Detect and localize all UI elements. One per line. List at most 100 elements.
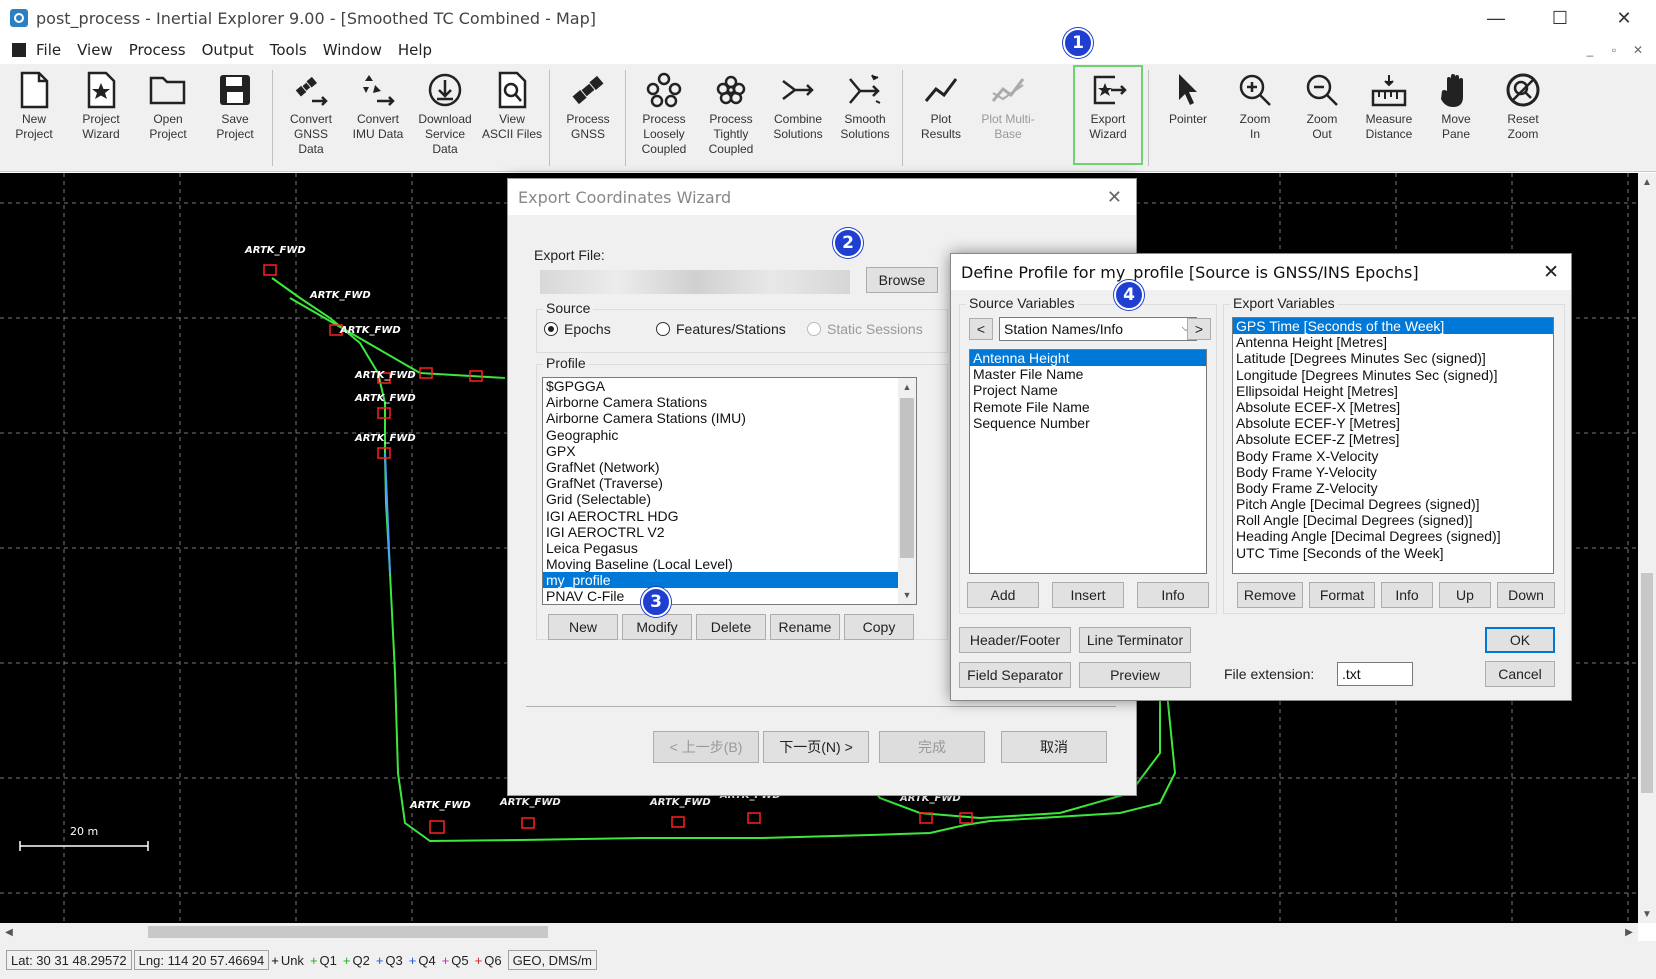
download-service-button[interactable]: Download Service Data (412, 70, 478, 166)
insert-variable-button[interactable]: Insert (1052, 582, 1124, 608)
menu-view[interactable]: View (77, 41, 113, 59)
mdi-minimize-button[interactable]: _ (1580, 40, 1600, 60)
cancel-wizard-button[interactable]: 取消 (1001, 731, 1107, 763)
wizard-close-icon[interactable]: ✕ (1107, 187, 1122, 208)
field-separator-button[interactable]: Field Separator (959, 662, 1071, 688)
export-variable-item[interactable]: Absolute ECEF-X [Metres] (1233, 399, 1553, 415)
export-variable-item[interactable]: Body Frame Y-Velocity (1233, 464, 1553, 480)
profile-list-item[interactable]: GPX (543, 443, 916, 459)
maximize-button[interactable]: ☐ (1528, 0, 1592, 36)
source-epochs-radio[interactable]: Epochs (544, 321, 611, 337)
delete-profile-button[interactable]: Delete (696, 614, 766, 640)
header-footer-button[interactable]: Header/Footer (959, 627, 1071, 653)
move-up-button[interactable]: Up (1439, 582, 1491, 608)
export-variable-item[interactable]: Latitude [Degrees Minutes Sec (signed)] (1233, 350, 1553, 366)
convert-imu-button[interactable]: Convert IMU Data (345, 70, 411, 166)
plot-results-button[interactable]: Plot Results (908, 70, 974, 166)
format-variable-button[interactable]: Format (1309, 582, 1375, 608)
move-pane-button[interactable]: Move Pane (1423, 70, 1489, 166)
cancel-profile-button[interactable]: Cancel (1485, 661, 1555, 687)
source-features-radio[interactable]: Features/Stations (656, 321, 786, 337)
menu-process[interactable]: Process (129, 41, 186, 59)
minimize-button[interactable]: — (1464, 0, 1528, 36)
profile-list-item[interactable]: Geographic (543, 427, 916, 443)
map-vertical-scrollbar[interactable]: ▲ ▼ (1638, 173, 1656, 923)
rename-profile-button[interactable]: Rename (770, 614, 840, 640)
profile-list-item[interactable]: PNAV C-File (543, 588, 916, 604)
finish-button[interactable]: 完成 (879, 731, 985, 763)
export-variable-item[interactable]: Roll Angle [Decimal Degrees (signed)] (1233, 512, 1553, 528)
previous-category-button[interactable]: < (969, 318, 993, 340)
profile-list-scrollbar[interactable]: ▲ ▼ (898, 378, 916, 604)
source-static-sessions-radio[interactable]: Static Sessions (807, 321, 923, 337)
chevron-down-icon[interactable]: ▼ (898, 586, 916, 604)
mdi-close-button[interactable]: ✕ (1628, 40, 1648, 60)
zoom-out-button[interactable]: Zoom Out (1289, 70, 1355, 166)
menu-output[interactable]: Output (202, 41, 254, 59)
ok-button[interactable]: OK (1485, 627, 1555, 653)
save-project-button[interactable]: Save Project (202, 70, 268, 166)
file-extension-input[interactable]: .txt (1337, 662, 1413, 686)
source-variable-item[interactable]: Project Name (970, 382, 1206, 398)
chevron-up-icon[interactable]: ▲ (898, 378, 916, 396)
profile-list-item-selected[interactable]: my_profile (543, 572, 916, 589)
scroll-right-icon[interactable]: ▶ (1620, 923, 1638, 941)
next-category-button[interactable]: > (1187, 318, 1211, 340)
close-button[interactable]: ✕ (1592, 0, 1656, 36)
open-project-button[interactable]: Open Project (135, 70, 201, 166)
export-info-button[interactable]: Info (1381, 582, 1433, 608)
menu-tools[interactable]: Tools (270, 41, 307, 59)
export-variable-item[interactable]: Pitch Angle [Decimal Degrees (signed)] (1233, 496, 1553, 512)
zoom-in-button[interactable]: Zoom In (1222, 70, 1288, 166)
export-variable-item[interactable]: Antenna Height [Metres] (1233, 334, 1553, 350)
new-profile-button[interactable]: New (548, 614, 618, 640)
source-variable-item[interactable]: Master File Name (970, 366, 1206, 382)
source-variable-item-selected[interactable]: Antenna Height (970, 350, 1206, 367)
export-variable-item[interactable]: UTC Time [Seconds of the Week] (1233, 545, 1553, 561)
export-variable-item[interactable]: Absolute ECEF-Z [Metres] (1233, 431, 1553, 447)
profile-list-item[interactable]: Airborne Camera Stations (IMU) (543, 410, 916, 426)
source-variable-item[interactable]: Remote File Name (970, 399, 1206, 415)
process-tightly-button[interactable]: Process Tightly Coupled (698, 70, 764, 166)
profile-list-item[interactable]: Grid (Selectable) (543, 491, 916, 507)
export-variable-item[interactable]: Body Frame X-Velocity (1233, 448, 1553, 464)
copy-profile-button[interactable]: Copy (844, 614, 914, 640)
export-variable-item[interactable]: Ellipsoidal Height [Metres] (1233, 383, 1553, 399)
next-button[interactable]: 下一页(N) > (763, 731, 869, 763)
scroll-left-icon[interactable]: ◀ (0, 923, 18, 941)
scroll-down-icon[interactable]: ▼ (1638, 905, 1656, 923)
menu-file[interactable]: File (36, 41, 61, 59)
map-horizontal-scrollbar[interactable]: ◀ ▶ (0, 923, 1638, 941)
profile-list-item[interactable]: IGI AEROCTRL HDG (543, 508, 916, 524)
source-variable-item[interactable]: Sequence Number (970, 415, 1206, 431)
remove-variable-button[interactable]: Remove (1237, 582, 1303, 608)
scroll-thumb[interactable] (1641, 573, 1653, 793)
view-ascii-button[interactable]: View ASCII Files (479, 70, 545, 166)
new-project-button[interactable]: New Project (1, 70, 67, 166)
combine-solutions-button[interactable]: Combine Solutions (765, 70, 831, 166)
export-variables-list[interactable]: GPS Time [Seconds of the Week] Antenna H… (1232, 317, 1554, 574)
export-variable-item[interactable]: Heading Angle [Decimal Degrees (signed)] (1233, 528, 1553, 544)
reset-zoom-button[interactable]: Reset Zoom (1490, 70, 1556, 166)
process-gnss-button[interactable]: Process GNSS (555, 70, 621, 166)
export-variable-item[interactable]: Absolute ECEF-Y [Metres] (1233, 415, 1553, 431)
profile-list[interactable]: $GPGGA Airborne Camera Stations Airborne… (542, 377, 917, 605)
line-terminator-button[interactable]: Line Terminator (1079, 627, 1191, 653)
export-variable-item[interactable]: Longitude [Degrees Minutes Sec (signed)] (1233, 367, 1553, 383)
browse-button[interactable]: Browse (866, 267, 938, 293)
back-button[interactable]: < 上一步(B) (653, 731, 759, 763)
export-variable-item[interactable]: Body Frame Z-Velocity (1233, 480, 1553, 496)
scroll-thumb[interactable] (900, 398, 914, 558)
add-variable-button[interactable]: Add (967, 582, 1039, 608)
source-info-button[interactable]: Info (1137, 582, 1209, 608)
preview-button[interactable]: Preview (1079, 662, 1191, 688)
profile-close-icon[interactable]: ✕ (1543, 261, 1559, 284)
pointer-button[interactable]: Pointer (1155, 70, 1221, 166)
export-variable-item-selected[interactable]: GPS Time [Seconds of the Week] (1233, 318, 1553, 335)
profile-list-item[interactable]: $GPGGA (543, 378, 916, 394)
project-wizard-button[interactable]: Project Wizard (68, 70, 134, 166)
variable-category-select[interactable]: Station Names/Info ⌵ (999, 317, 1197, 341)
export-file-field[interactable] (540, 270, 850, 294)
source-variables-list[interactable]: Antenna Height Master File Name Project … (969, 349, 1207, 574)
profile-list-item[interactable]: GrafNet (Traverse) (543, 475, 916, 491)
